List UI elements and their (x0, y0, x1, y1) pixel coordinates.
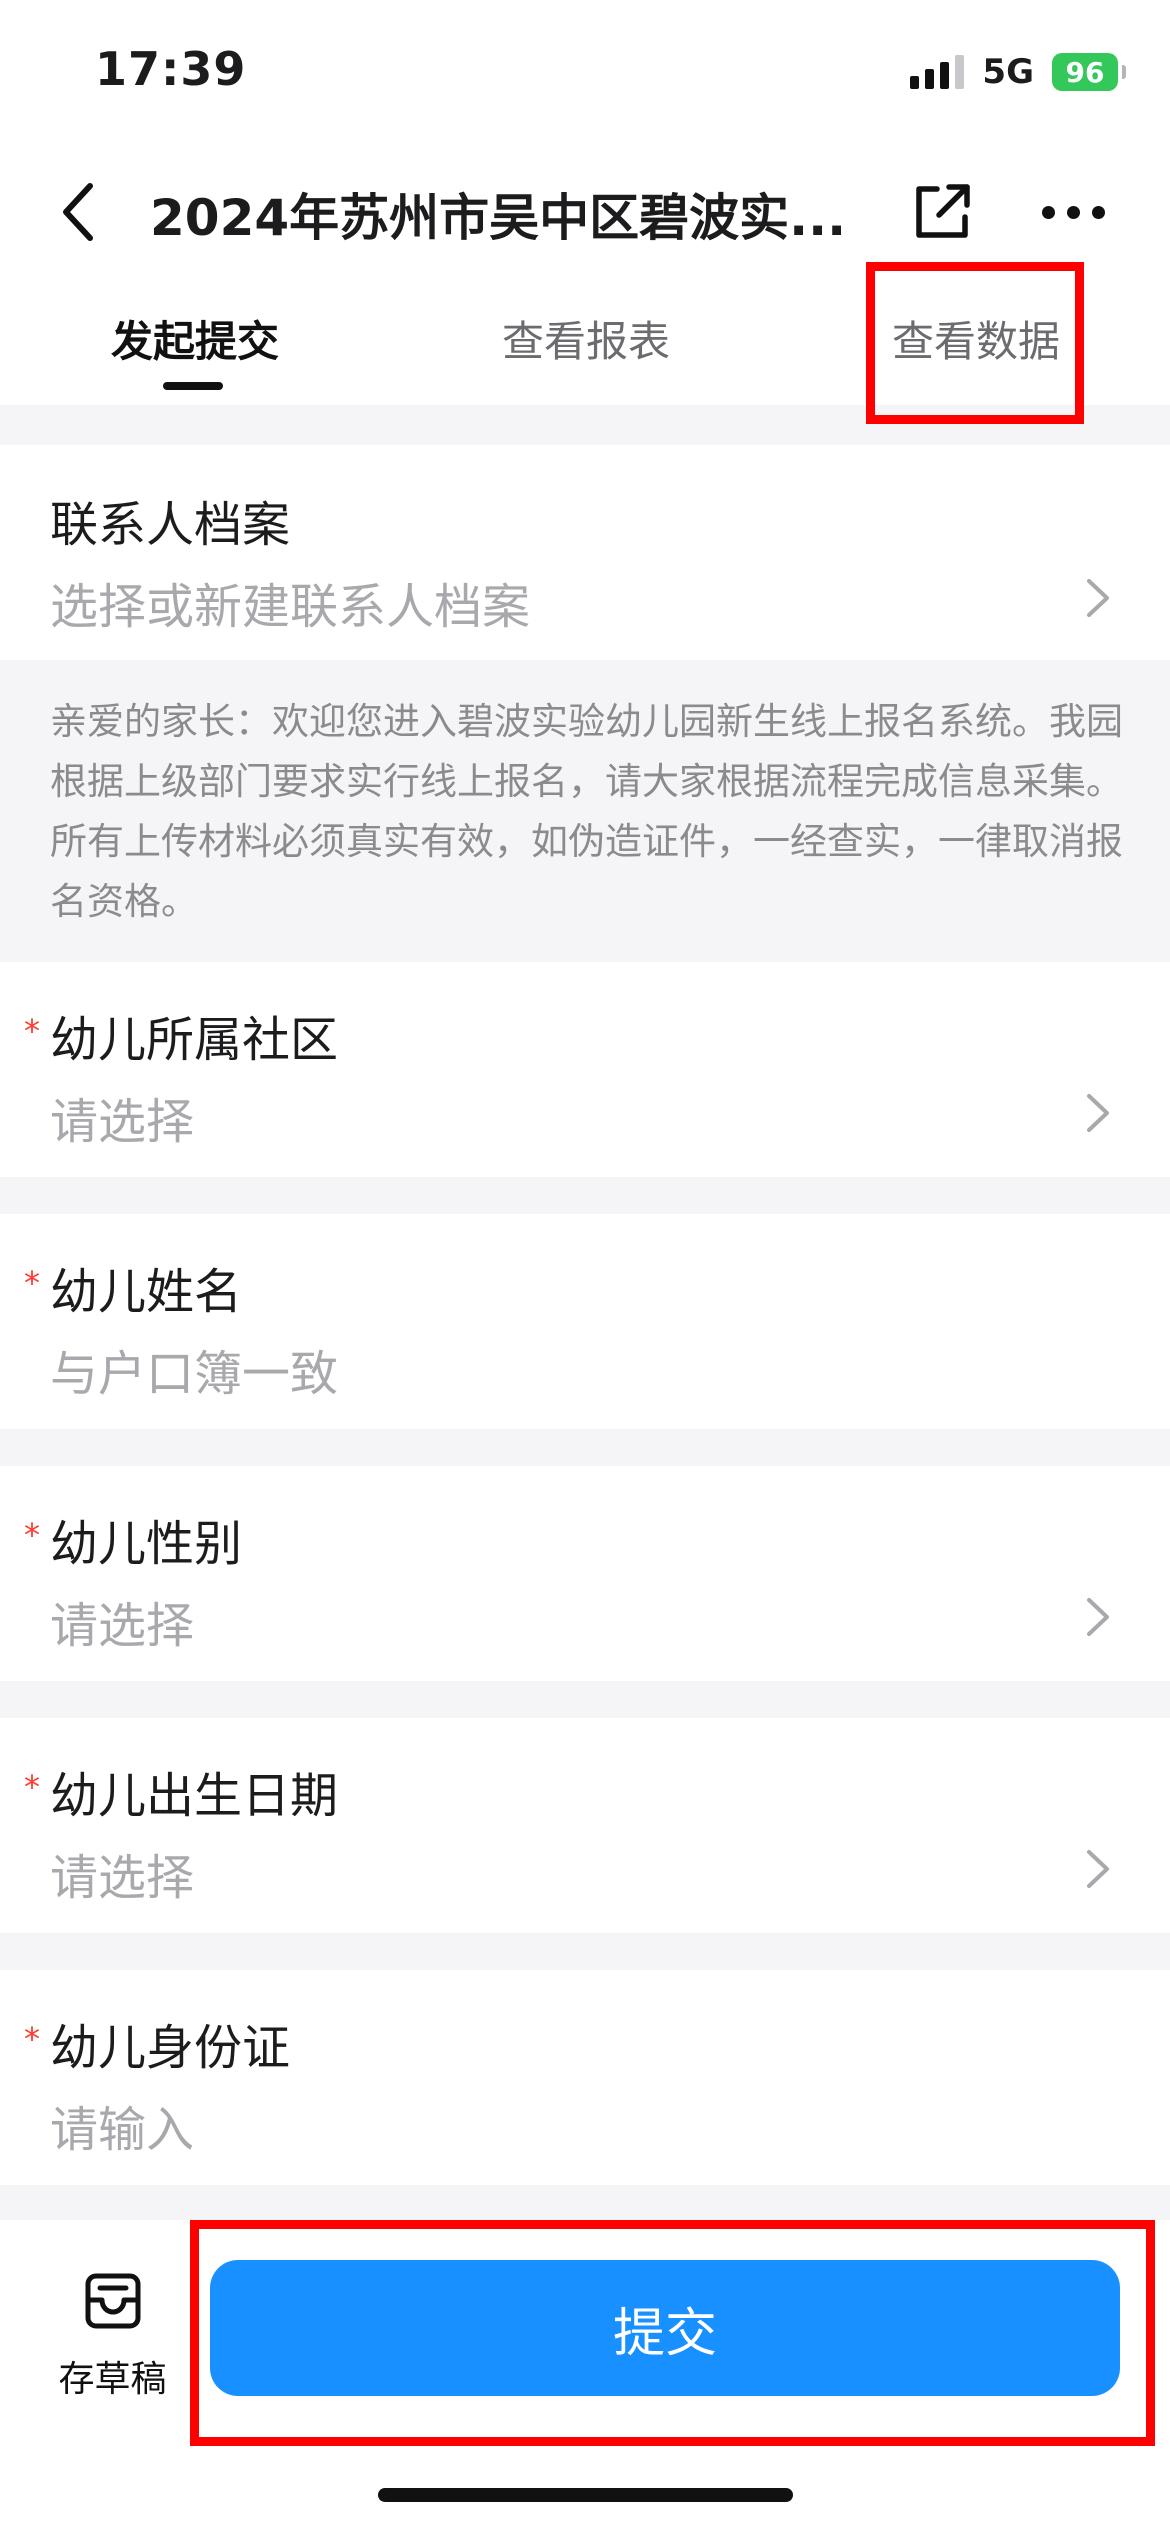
more-icon (1041, 205, 1055, 219)
required-mark: * (24, 2020, 40, 2058)
field-label: 幼儿所属社区 (50, 1012, 339, 1068)
notice-banner: 亲爱的家长：欢迎您进入碧波实验幼儿园新生线上报名系统。我园根据上级部门要求实行线… (0, 660, 1170, 962)
network-label: 5G (982, 52, 1034, 92)
battery-level: 96 (1065, 55, 1105, 89)
notice-text: 亲爱的家长：欢迎您进入碧波实验幼儿园新生线上报名系统。我园根据上级部门要求实行线… (50, 700, 1123, 923)
chevron-right-icon (1078, 570, 1118, 626)
chevron-right-icon (1078, 1589, 1118, 1645)
active-tab-indicator (163, 382, 223, 390)
field-id-card[interactable]: * 幼儿身份证 请输入 (0, 1970, 1170, 2185)
more-button[interactable] (1028, 172, 1118, 252)
contact-profile-row[interactable]: 联系人档案 选择或新建联系人档案 (0, 445, 1170, 660)
chevron-right-icon (1078, 1841, 1118, 1897)
inbox-icon (85, 2273, 140, 2329)
nav-bar: 2024年苏州市吴中区碧波实... (0, 150, 1170, 270)
required-mark: * (24, 1012, 40, 1050)
share-button[interactable] (902, 172, 982, 252)
save-draft-label: 存草稿 (58, 2359, 167, 2400)
status-time: 17:39 (95, 42, 247, 96)
contact-label: 联系人档案 (50, 497, 291, 553)
chevron-right-icon (1078, 1085, 1118, 1141)
required-mark: * (24, 1768, 40, 1806)
more-icon (1066, 205, 1080, 219)
status-indicators: 5G 96 (910, 52, 1126, 92)
field-community[interactable]: * 幼儿所属社区 请选择 (0, 962, 1170, 1177)
tab-submit[interactable]: 发起提交 (111, 308, 279, 369)
field-label: 幼儿姓名 (50, 1264, 243, 1320)
share-icon (916, 184, 970, 238)
status-bar: 17:39 5G 96 (0, 0, 1170, 150)
field-gender[interactable]: * 幼儿性别 请选择 (0, 1466, 1170, 1681)
contact-placeholder: 选择或新建联系人档案 (50, 579, 531, 635)
field-label: 幼儿身份证 (50, 2020, 291, 2076)
back-button[interactable] (38, 172, 118, 252)
required-mark: * (24, 1516, 40, 1554)
field-placeholder: 与户口簿一致 (50, 1346, 339, 1402)
required-mark: * (24, 1264, 40, 1302)
field-label: 幼儿出生日期 (50, 1768, 339, 1824)
home-indicator (378, 2488, 793, 2502)
field-placeholder: 请选择 (50, 1598, 195, 1654)
signal-icon (910, 55, 965, 89)
field-placeholder: 请选择 (50, 1094, 195, 1150)
save-draft-button[interactable]: 存草稿 (55, 2270, 170, 2402)
highlight-box (190, 2220, 1155, 2446)
field-child-name[interactable]: * 幼儿姓名 与户口簿一致 (0, 1214, 1170, 1429)
field-label: 幼儿性别 (50, 1516, 243, 1572)
page-title: 2024年苏州市吴中区碧波实... (150, 189, 847, 247)
field-placeholder: 请选择 (50, 1850, 195, 1906)
highlight-box (866, 262, 1084, 424)
tab-report[interactable]: 查看报表 (502, 308, 670, 369)
more-icon (1091, 205, 1105, 219)
back-icon (63, 183, 93, 241)
battery-icon: 96 (1052, 53, 1126, 91)
field-placeholder: 请输入 (50, 2102, 195, 2158)
field-birth-date[interactable]: * 幼儿出生日期 请选择 (0, 1718, 1170, 1933)
